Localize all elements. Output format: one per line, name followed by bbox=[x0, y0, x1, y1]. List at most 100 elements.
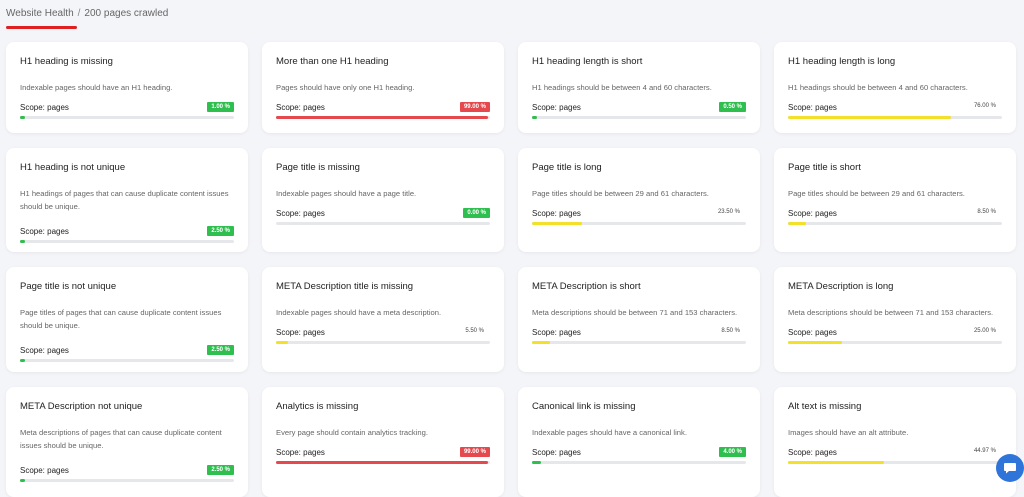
issue-title: Page title is long bbox=[532, 162, 602, 173]
progress-track bbox=[20, 359, 234, 362]
scope-label: Scope: pages bbox=[532, 328, 581, 337]
percent-value: 8.50 % bbox=[977, 209, 996, 215]
issue-description: Indexable pages should have a canonical … bbox=[532, 428, 687, 437]
breadcrumb-current: 200 pages crawled bbox=[84, 8, 169, 19]
scope-label: Scope: pages bbox=[788, 103, 837, 112]
scope-label: Scope: pages bbox=[20, 227, 69, 236]
percent-value: 8.50 % bbox=[721, 328, 740, 334]
issue-card[interactable]: Analytics is missing Every page should co… bbox=[262, 387, 504, 497]
progress-fill bbox=[532, 116, 538, 119]
issue-title: H1 heading length is long bbox=[788, 56, 896, 67]
scope-label: Scope: pages bbox=[20, 466, 69, 475]
progress-fill bbox=[20, 240, 26, 243]
progress-track bbox=[788, 461, 1002, 464]
scope-label: Scope: pages bbox=[20, 346, 69, 355]
issue-description: Page titles should be between 29 and 61 … bbox=[532, 189, 709, 198]
scope-label: Scope: pages bbox=[276, 448, 325, 457]
issue-description: Indexable pages should have an H1 headin… bbox=[20, 83, 173, 92]
scope-label: Scope: pages bbox=[788, 328, 837, 337]
issue-card[interactable]: More than one H1 heading Pages should hav… bbox=[262, 42, 504, 133]
issue-description: Every page should contain analytics trac… bbox=[276, 428, 428, 437]
issue-description: Images should have an alt attribute. bbox=[788, 428, 909, 437]
issue-card[interactable]: H1 heading is missing Indexable pages sho… bbox=[6, 42, 248, 133]
progress-track bbox=[276, 116, 490, 119]
issue-card[interactable]: Alt text is missing Images should have an… bbox=[774, 387, 1016, 497]
percent-value: 23.50 % bbox=[717, 209, 740, 215]
issue-title: META Description is short bbox=[532, 281, 641, 292]
breadcrumb-root[interactable]: Website Health bbox=[6, 8, 74, 19]
progress-fill bbox=[20, 479, 26, 482]
breadcrumb-underline bbox=[6, 26, 77, 29]
issue-title: H1 heading is not unique bbox=[20, 162, 126, 173]
issue-card[interactable]: META Description is long Meta description… bbox=[774, 267, 1016, 372]
progress-fill bbox=[788, 341, 842, 344]
progress-fill bbox=[20, 116, 26, 119]
issue-title: Canonical link is missing bbox=[532, 401, 636, 412]
percent-value: 99.00 % bbox=[459, 447, 490, 457]
issue-description: Page titles should be between 29 and 61 … bbox=[788, 189, 965, 198]
issue-title: Page title is short bbox=[788, 162, 861, 173]
progress-track bbox=[532, 341, 746, 344]
progress-track bbox=[276, 461, 490, 464]
issue-card[interactable]: Page title is long Page titles should be … bbox=[518, 148, 760, 252]
issue-description: Meta descriptions should be between 71 a… bbox=[532, 308, 738, 317]
percent-value: 1.00 % bbox=[207, 102, 234, 112]
issue-title: META Description is long bbox=[788, 281, 894, 292]
issue-title: H1 heading is missing bbox=[20, 56, 113, 67]
issue-card-grid: H1 heading is missing Indexable pages sho… bbox=[6, 42, 1016, 497]
progress-fill bbox=[276, 461, 488, 464]
issue-description: Meta descriptions should be between 71 a… bbox=[788, 308, 994, 317]
issue-title: Page title is not unique bbox=[20, 281, 117, 292]
progress-track bbox=[532, 222, 746, 225]
percent-value: 4.00 % bbox=[719, 447, 746, 457]
issue-card[interactable]: META Description title is missing Indexab… bbox=[262, 267, 504, 372]
progress-track bbox=[276, 341, 490, 344]
issue-description: H1 headings should be between 4 and 60 c… bbox=[532, 83, 712, 92]
progress-track bbox=[788, 222, 1002, 225]
progress-fill bbox=[788, 116, 951, 119]
issue-title: META Description title is missing bbox=[276, 281, 414, 292]
progress-track bbox=[532, 116, 746, 119]
percent-value: 2.50 % bbox=[207, 345, 234, 355]
progress-track bbox=[788, 116, 1002, 119]
scope-label: Scope: pages bbox=[788, 209, 837, 218]
scope-label: Scope: pages bbox=[788, 448, 837, 457]
issue-card[interactable]: Page title is short Page titles should be… bbox=[774, 148, 1016, 252]
issue-title: H1 heading length is short bbox=[532, 56, 643, 67]
progress-track bbox=[20, 240, 234, 243]
scope-label: Scope: pages bbox=[276, 328, 325, 337]
issue-description: H1 headings should be between 4 and 60 c… bbox=[788, 83, 968, 92]
progress-fill bbox=[276, 116, 488, 119]
percent-value: 25.00 % bbox=[973, 328, 996, 334]
progress-fill bbox=[20, 359, 26, 362]
issue-card[interactable]: Page title is not unique Page titles of p… bbox=[6, 267, 248, 372]
scope-label: Scope: pages bbox=[20, 103, 69, 112]
progress-fill bbox=[532, 341, 551, 344]
issue-card[interactable]: Page title is missing Indexable pages sho… bbox=[262, 148, 504, 252]
scope-label: Scope: pages bbox=[276, 103, 325, 112]
scope-label: Scope: pages bbox=[532, 209, 581, 218]
chat-widget-button[interactable] bbox=[996, 454, 1024, 482]
progress-track bbox=[20, 116, 234, 119]
progress-track bbox=[20, 479, 234, 482]
issue-title: META Description not unique bbox=[20, 401, 143, 412]
progress-track bbox=[788, 341, 1002, 344]
issue-card[interactable]: Canonical link is missing Indexable pages… bbox=[518, 387, 760, 497]
progress-track bbox=[532, 461, 746, 464]
issue-card[interactable]: H1 heading length is short H1 headings sh… bbox=[518, 42, 760, 133]
issue-title: Analytics is missing bbox=[276, 401, 359, 412]
progress-track bbox=[276, 222, 490, 225]
issue-card[interactable]: H1 heading length is long H1 headings sho… bbox=[774, 42, 1016, 133]
issue-card[interactable]: META Description not unique Meta descript… bbox=[6, 387, 248, 497]
issue-card[interactable]: H1 heading is not unique H1 headings of p… bbox=[6, 148, 248, 252]
percent-value: 0.00 % bbox=[463, 208, 490, 218]
issue-title: More than one H1 heading bbox=[276, 56, 389, 67]
progress-fill bbox=[532, 222, 583, 225]
percent-value: 5.50 % bbox=[465, 328, 484, 334]
scope-label: Scope: pages bbox=[532, 448, 581, 457]
breadcrumb-separator: / bbox=[77, 8, 81, 19]
issue-card[interactable]: META Description is short Meta descriptio… bbox=[518, 267, 760, 372]
chat-bubble-icon bbox=[1004, 463, 1016, 474]
percent-value: 99.00 % bbox=[459, 102, 490, 112]
issue-description: H1 headings of pages that can cause dupl… bbox=[20, 189, 229, 211]
